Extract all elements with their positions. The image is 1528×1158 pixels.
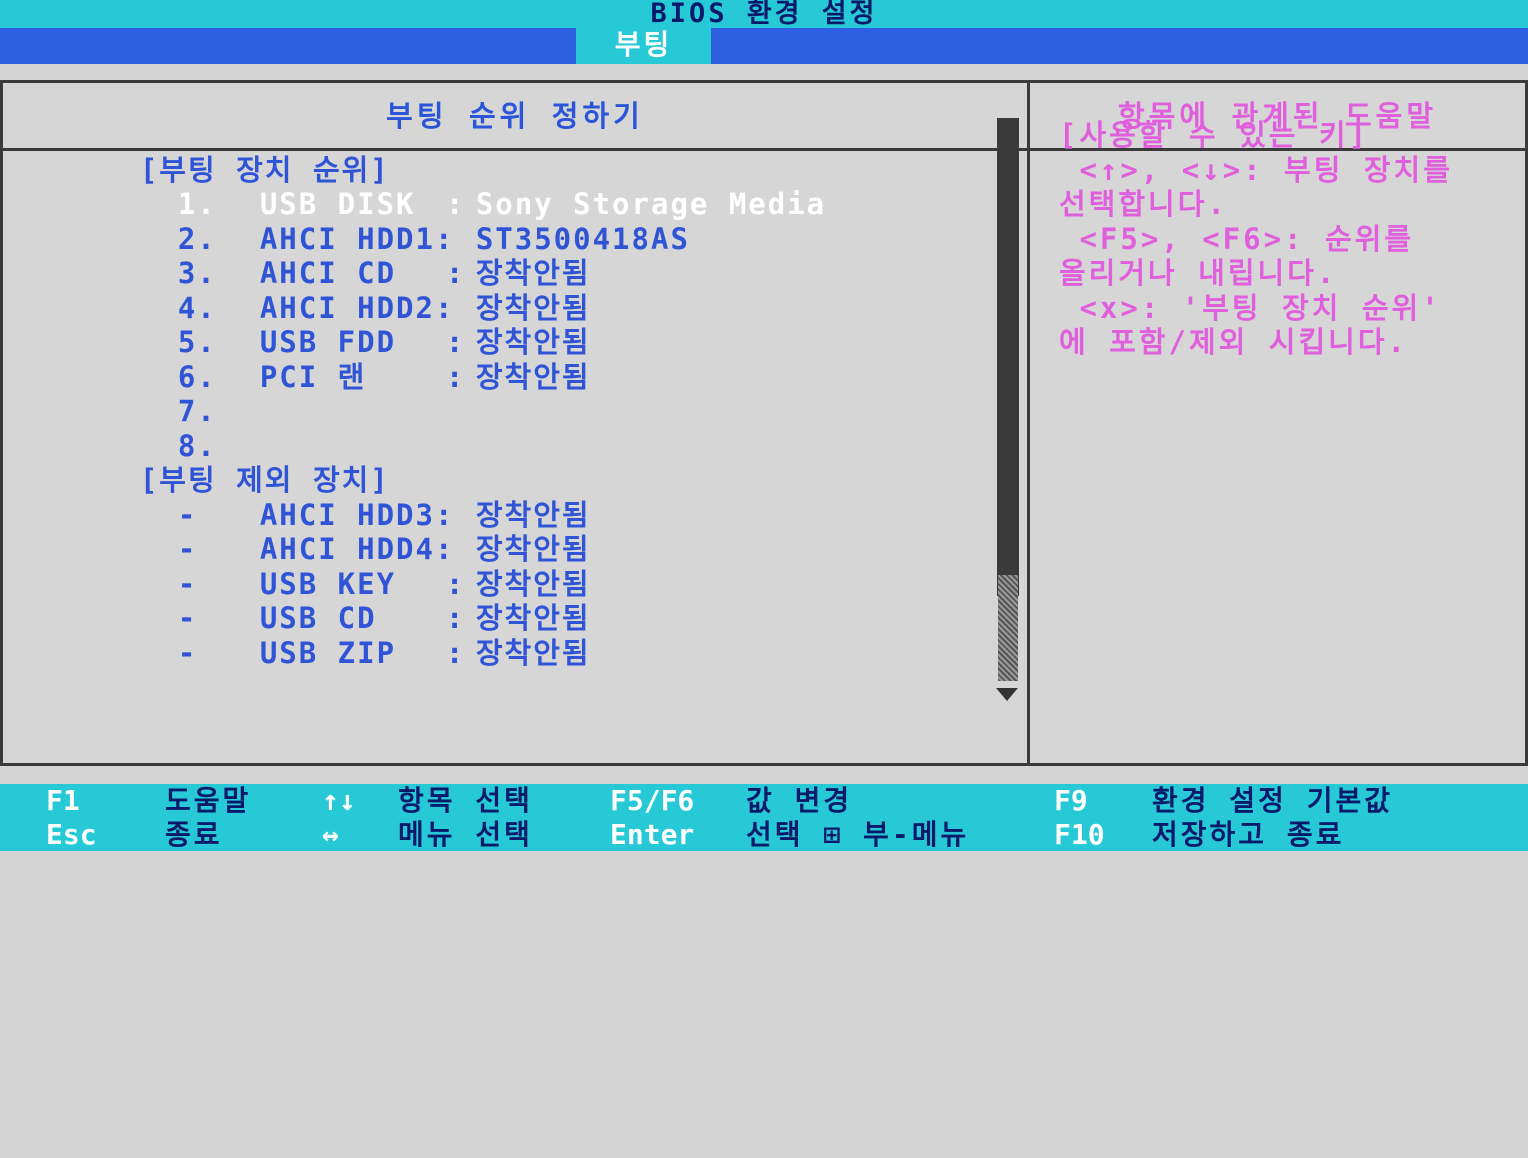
item-device: USB CD [259,601,377,635]
item-number: - [177,497,198,532]
help-line: <x>: '부팅 장치 순위' [1059,290,1442,325]
key-enter-desc: 선택 ⊞ 부-메뉴 [746,818,970,851]
item-number: - [177,601,198,635]
item-value: 장착안됨 [475,532,591,566]
item-number: 1. [177,187,217,221]
item-number: - [177,532,198,566]
item-number: 7. [177,394,217,428]
boot-priority-header: [부팅 장치 순위] [62,118,826,187]
help-text: [사용할 수 있는 키] <↑>, <↓>: 부팅 장치를 선택합니다. <F5… [1059,118,1509,360]
item-number: 8. [177,428,217,463]
item-number: 4. [177,290,217,325]
scroll-down-arrow-icon[interactable] [996,688,1018,701]
item-separator: : [445,325,466,359]
boot-device-list: [부팅 장치 순위] 1. USB DISK: Sony Storage Media… [62,118,827,670]
item-device: USB ZIP [259,635,397,670]
tab-boot[interactable]: 부팅 [576,28,711,64]
scrollbar-track[interactable] [998,575,1018,681]
item-value: 장착안됨 [475,566,591,601]
key-up-down: ↑↓ [322,784,356,817]
key-f9-desc: 환경 설정 기본값 [1152,784,1394,817]
key-f1-desc: 도움말 [165,784,252,817]
item-device: AHCI HDD2: [259,290,455,325]
item-number: 2. [177,221,217,256]
item-separator: : [445,256,466,290]
item-device: PCI 랜 [259,359,367,394]
item-device: AHCI HDD4: [259,532,455,566]
help-line: 에 포함/제외 시킵니다. [1059,325,1408,359]
item-separator: : [445,601,466,635]
item-separator: : [445,359,466,394]
help-line: <F5>, <F6>: 순위를 [1059,221,1415,256]
key-up-down-desc: 항목 선택 [398,784,533,817]
item-device: USB DISK [259,187,416,221]
item-number: - [177,566,198,601]
title-bar: BIOS 환경 설정 [0,0,1528,28]
window-title: BIOS 환경 설정 [650,0,878,29]
key-esc-desc: 종료 [165,818,223,851]
section-label: [부팅 제외 장치] [139,463,390,497]
key-f5-f6-desc: 값 변경 [746,784,853,817]
item-number: 5. [177,325,217,359]
item-device: AHCI HDD3: [259,497,455,532]
key-help-row-2: Esc 종료 ↔ 메뉴 선택 Enter 선택 ⊞ 부-메뉴 F10 저장하고 … [0,818,1528,852]
item-value: ST3500418AS [475,221,690,256]
item-separator: : [445,187,466,221]
item-number: - [177,635,198,670]
key-help-bar: F1 도움말 ↑↓ 항목 선택 F5/F6 값 변경 F9 환경 설정 기본값 … [0,784,1528,851]
help-line: 올리거나 내립니다. [1059,256,1338,290]
key-f10: F10 [1054,818,1105,851]
help-line: <↑>, <↓>: 부팅 장치를 [1059,152,1453,187]
key-left-right: ↔ [322,818,339,851]
section-label: [부팅 장치 순위] [139,152,390,187]
key-f5-f6: F5/F6 [610,784,695,817]
menu-bar: 부팅 [0,28,1528,64]
scrollbar[interactable] [997,118,1019,596]
key-enter: Enter [610,818,695,851]
item-device: USB KEY [259,566,397,601]
item-value: Sony Storage Media [475,187,827,221]
key-left-right-desc: 메뉴 선택 [398,818,533,851]
key-f1: F1 [46,784,80,817]
item-device: AHCI HDD1: [259,221,455,256]
item-value: 장착안됨 [475,601,591,635]
item-value: 장착안됨 [475,635,591,670]
item-value: 장착안됨 [475,325,591,359]
help-line: [사용할 수 있는 키] [1059,118,1370,152]
item-separator: : [445,566,466,601]
key-esc: Esc [46,818,97,851]
item-value: 장착안됨 [475,497,591,532]
key-f9: F9 [1054,784,1088,817]
item-value: 장착안됨 [475,290,591,325]
item-number: 3. [177,256,217,290]
item-value: 장착안됨 [475,359,591,394]
item-number: 6. [177,359,217,394]
item-device: USB FDD [259,325,397,359]
item-value: 장착안됨 [475,256,591,290]
item-separator: : [445,635,466,670]
key-help-row-1: F1 도움말 ↑↓ 항목 선택 F5/F6 값 변경 F9 환경 설정 기본값 [0,784,1528,818]
help-line: 선택합니다. [1059,187,1228,221]
key-f10-desc: 저장하고 종료 [1152,818,1345,851]
item-device: AHCI CD [259,256,397,290]
